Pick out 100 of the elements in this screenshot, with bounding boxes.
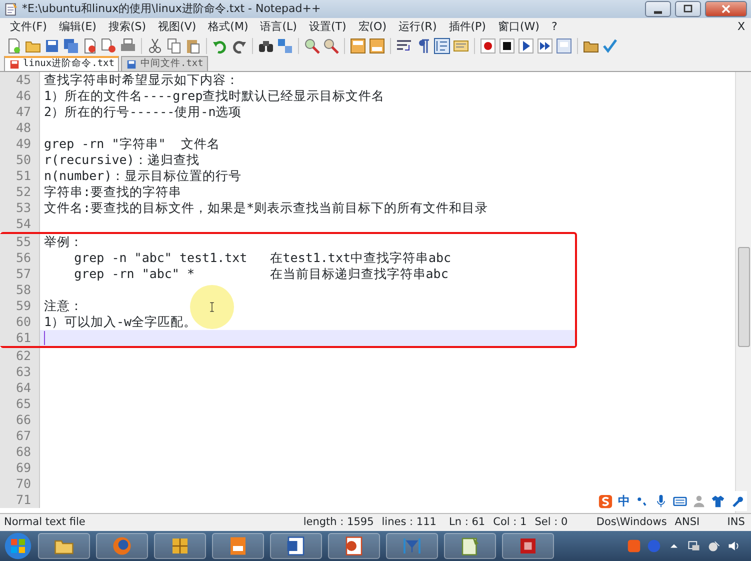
keyboard-icon[interactable] <box>673 494 687 508</box>
taskbar-button[interactable] <box>270 533 322 559</box>
taskbar-button[interactable] <box>502 533 554 559</box>
menu-item[interactable]: 格式(M) <box>202 18 254 36</box>
taskbar-button[interactable] <box>386 533 438 559</box>
record-icon[interactable] <box>480 38 496 54</box>
code-line: 2）所在的行号------使用-n选项 <box>43 104 242 120</box>
line-number: 69 <box>0 460 40 476</box>
spell-check-icon[interactable] <box>602 38 618 54</box>
menu-item[interactable]: 插件(P) <box>442 18 492 36</box>
save-icon[interactable] <box>44 38 60 54</box>
menu-item[interactable]: 编辑(E) <box>52 18 102 36</box>
browser-icon <box>112 536 132 556</box>
unsaved-file-icon <box>9 59 20 70</box>
menu-item[interactable]: 视图(V) <box>152 18 202 36</box>
code-line: r(recursive)：递归查找 <box>43 152 200 168</box>
code-line: 1）可以加入-w全字匹配。 <box>43 314 197 330</box>
network-icon[interactable] <box>687 539 701 553</box>
binoculars-icon[interactable] <box>258 38 274 54</box>
code-line: 注意： <box>43 298 83 314</box>
line-number: 67 <box>0 428 40 444</box>
line-number: 60 <box>0 314 40 330</box>
notepad-icon <box>4 2 18 16</box>
line-number: 55 <box>0 234 40 250</box>
new-file-icon[interactable] <box>6 38 22 54</box>
shirt-icon[interactable] <box>711 494 725 508</box>
code-line: n(number)：显示目标位置的行号 <box>43 168 242 184</box>
menu-item[interactable]: 运行(R) <box>392 18 443 36</box>
menu-item[interactable]: 搜索(S) <box>102 18 152 36</box>
code-line: 字符串:要查找的字符串 <box>43 184 182 200</box>
taskbar-button[interactable] <box>96 533 148 559</box>
line-number: 70 <box>0 476 40 492</box>
file-tab[interactable]: 中间文件.txt <box>121 56 208 71</box>
zoom-out-icon[interactable] <box>323 38 339 54</box>
saved-file-icon <box>126 58 138 70</box>
line-number: 47 <box>0 104 40 120</box>
taskbar-button[interactable] <box>38 533 90 559</box>
taskbar-button[interactable] <box>444 533 496 559</box>
menu-item[interactable]: 语言(L) <box>254 18 303 36</box>
line-number: 71 <box>0 492 40 508</box>
close-file-icon[interactable] <box>82 38 98 54</box>
menu-item[interactable]: 窗口(W) <box>492 18 546 36</box>
input-mode-label[interactable]: 中 <box>618 492 630 510</box>
line-number: 46 <box>0 88 40 104</box>
file-type-label: Normal text file <box>3 514 86 530</box>
save-all-icon[interactable] <box>63 38 79 54</box>
presentation-icon <box>344 536 364 556</box>
speaker-icon[interactable] <box>727 539 741 553</box>
line-number: 62 <box>0 348 40 364</box>
line-number: 48 <box>0 120 40 136</box>
window-title: *E:\ubuntu和linux的使用\linux进阶命令.txt - Notepad++ <box>22 0 321 17</box>
taskbar-button[interactable] <box>328 533 380 559</box>
taskbar-button[interactable] <box>212 533 264 559</box>
redo-icon[interactable] <box>231 38 247 54</box>
line-number: 56 <box>0 250 40 266</box>
line-number: 52 <box>0 184 40 200</box>
close-button[interactable] <box>705 1 747 17</box>
save-macro-icon[interactable] <box>556 38 572 54</box>
zoom-in-icon[interactable] <box>304 38 320 54</box>
line-number: 45 <box>0 72 40 88</box>
replace-icon[interactable] <box>277 38 293 54</box>
line-number: 66 <box>0 412 40 428</box>
vertical-scrollbar[interactable] <box>735 72 751 513</box>
wrench-icon[interactable] <box>730 494 744 508</box>
line-number: 68 <box>0 444 40 460</box>
undo-icon[interactable] <box>212 38 228 54</box>
paste-icon[interactable] <box>185 38 201 54</box>
cut-icon[interactable] <box>147 38 163 54</box>
menu-item[interactable]: 设置(T) <box>302 18 352 36</box>
sync-horizontal-icon[interactable] <box>369 38 385 54</box>
taskbar-button[interactable] <box>154 533 206 559</box>
print-icon[interactable] <box>120 38 136 54</box>
line-number: 57 <box>0 266 40 282</box>
minimize-button[interactable] <box>645 1 671 17</box>
maximize-button[interactable] <box>675 1 701 17</box>
stop-icon[interactable] <box>499 38 515 54</box>
microphone-icon[interactable] <box>654 494 668 508</box>
pdf-document-icon <box>228 536 248 556</box>
encoding-label: ANSI <box>674 514 701 530</box>
scrollbar-thumb[interactable] <box>738 247 750 347</box>
sync-vertical-icon[interactable] <box>350 38 366 54</box>
document-map-icon[interactable] <box>453 38 469 54</box>
copy-icon[interactable] <box>166 38 182 54</box>
line-number: 65 <box>0 396 40 412</box>
minimize-icon <box>654 10 662 14</box>
menu-item[interactable]: 文件(F) <box>4 18 53 36</box>
text-cursor <box>44 331 45 345</box>
close-all-icon[interactable] <box>101 38 117 54</box>
menu-item[interactable]: 宏(O) <box>352 18 393 36</box>
code-line: grep -rn "字符串" 文件名 <box>43 136 220 152</box>
play-icon[interactable] <box>518 38 534 54</box>
sogou-logo-icon <box>598 494 613 508</box>
indent-guide-icon[interactable] <box>434 38 450 54</box>
fast-forward-icon[interactable] <box>537 38 553 54</box>
menu-item[interactable]: ? <box>545 18 564 36</box>
line-number: 54 <box>0 216 40 232</box>
start-button-icon[interactable] <box>4 532 32 560</box>
close-document-button[interactable]: X <box>731 18 751 36</box>
file-tab[interactable]: linux进阶命令.txt <box>4 56 120 71</box>
line-number: 64 <box>0 380 40 396</box>
